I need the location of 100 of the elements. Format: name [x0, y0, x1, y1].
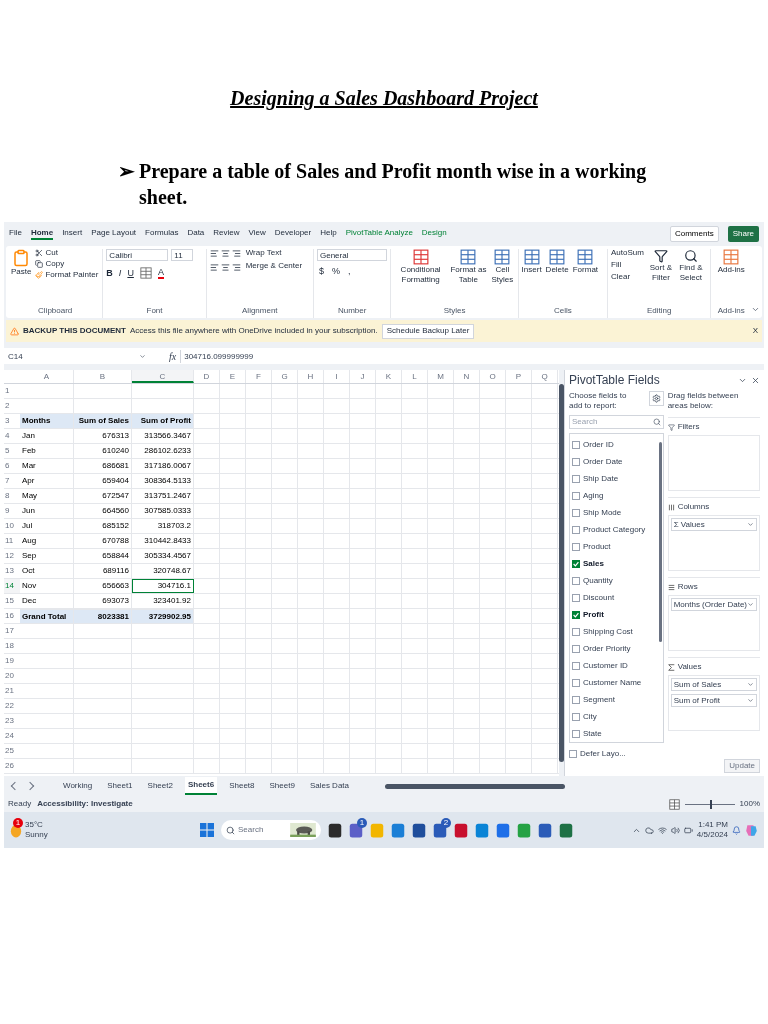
header-cell[interactable]: Sum of Profit: [132, 414, 194, 428]
row-number[interactable]: 12: [4, 549, 20, 563]
field-label[interactable]: Customer ID: [583, 659, 628, 672]
ribbon-tab[interactable]: File: [9, 228, 22, 240]
editing-button[interactable]: Sort & Filter: [647, 249, 674, 283]
row-number[interactable]: 10: [4, 519, 20, 533]
settings-button[interactable]: [648, 391, 664, 406]
field-checkbox[interactable]: [572, 542, 580, 551]
sheet-tab[interactable]: Sheet6: [184, 777, 218, 795]
sheet-tab[interactable]: Sales Data: [306, 777, 352, 795]
formula-field[interactable]: 304716.099999999: [180, 349, 761, 363]
number-format-field[interactable]: General: [316, 249, 387, 261]
bell-icon[interactable]: [732, 825, 741, 835]
collapse-ribbon-icon[interactable]: [751, 305, 760, 314]
column-header[interactable]: C: [132, 370, 194, 383]
field-label[interactable]: Segment: [583, 693, 616, 706]
column-header[interactable]: N: [454, 370, 480, 383]
comments-button[interactable]: Comments: [669, 226, 719, 242]
copilot-icon[interactable]: [745, 823, 758, 837]
field-checkbox[interactable]: [572, 525, 580, 534]
font-name-field[interactable]: Calibri: [106, 249, 169, 261]
styles-button[interactable]: Conditional Formatting: [394, 249, 447, 285]
field-checkbox[interactable]: [572, 695, 580, 704]
font-size-field[interactable]: 11: [171, 249, 194, 261]
row-number[interactable]: 13: [4, 564, 20, 578]
ribbon-tab[interactable]: Data: [187, 228, 205, 240]
row-number[interactable]: 3: [4, 414, 20, 428]
ribbon-tab[interactable]: Design: [421, 228, 447, 240]
chevron-down-icon[interactable]: [738, 376, 747, 385]
ribbon-tab[interactable]: Developer: [274, 228, 312, 240]
field-label[interactable]: Ship Date: [583, 472, 619, 485]
clipboard-item[interactable]: Cut: [35, 249, 99, 257]
area-field[interactable]: Sum of Profit: [670, 694, 757, 707]
align-center-icon[interactable]: [220, 263, 230, 272]
sheet-tab[interactable]: Working: [60, 777, 96, 795]
align-right-icon[interactable]: [231, 249, 241, 258]
table-cell[interactable]: Oct: [20, 564, 74, 578]
field-label[interactable]: Profit: [583, 608, 604, 621]
field-label[interactable]: Discount: [583, 591, 615, 604]
table-cell[interactable]: Dec: [20, 594, 74, 608]
row-number[interactable]: 24: [4, 729, 20, 743]
field-checkbox[interactable]: [572, 661, 580, 670]
row-number[interactable]: 14: [4, 579, 20, 593]
cells-button[interactable]: Delete: [545, 249, 569, 275]
header-cell[interactable]: Months: [20, 414, 74, 428]
field-label[interactable]: Product Category: [583, 523, 646, 536]
styles-button[interactable]: Format as Table: [449, 249, 487, 285]
row-number[interactable]: 2: [4, 399, 20, 413]
table-cell[interactable]: Grand Total: [20, 609, 74, 623]
align-right-icon[interactable]: [231, 263, 241, 272]
table-cell[interactable]: 305334.4567: [132, 549, 194, 563]
column-header[interactable]: F: [246, 370, 272, 383]
ribbon-tab[interactable]: Help: [320, 228, 337, 240]
column-header[interactable]: P: [506, 370, 532, 383]
table-cell[interactable]: 659404: [74, 474, 132, 488]
table-cell[interactable]: 664560: [74, 504, 132, 518]
column-header[interactable]: K: [376, 370, 402, 383]
table-cell[interactable]: 308364.5133: [132, 474, 194, 488]
area-field[interactable]: Months (Order Date): [670, 598, 757, 611]
number-format-button[interactable]: $: [318, 267, 324, 276]
zoom-thumb[interactable]: [709, 799, 712, 809]
column-header[interactable]: H: [298, 370, 324, 383]
row-number[interactable]: 25: [4, 744, 20, 758]
ribbon-tab[interactable]: PivotTable Analyze: [345, 228, 413, 240]
table-cell[interactable]: Apr: [20, 474, 74, 488]
ribbon-tab[interactable]: Review: [213, 228, 240, 240]
area-field[interactable]: Σ Values: [670, 518, 757, 531]
row-number[interactable]: 22: [4, 699, 20, 713]
table-cell[interactable]: 318703.2: [132, 519, 194, 533]
number-format-button[interactable]: %: [331, 267, 340, 276]
selected-cell[interactable]: 304716.1: [132, 579, 194, 593]
field-checkbox[interactable]: [572, 508, 580, 517]
field-label[interactable]: Order Priority: [583, 642, 631, 655]
field-checkbox[interactable]: [572, 729, 580, 738]
cells-button[interactable]: Insert: [521, 249, 542, 275]
table-cell[interactable]: 610240: [74, 444, 132, 458]
add-ins-button[interactable]: Add-ins: [714, 249, 749, 275]
column-header[interactable]: Q: [532, 370, 558, 383]
row-number[interactable]: 6: [4, 459, 20, 473]
start-icon[interactable]: [200, 823, 214, 837]
field-label[interactable]: Ship Mode: [583, 506, 622, 519]
table-cell[interactable]: Sep: [20, 549, 74, 563]
field-label[interactable]: Product: [583, 540, 611, 553]
taskbar-search-field[interactable]: Search: [221, 820, 321, 840]
editing-button[interactable]: Find & Select: [677, 249, 704, 283]
table-cell[interactable]: 693073: [74, 594, 132, 608]
column-header[interactable]: E: [220, 370, 246, 383]
ribbon-tab[interactable]: View: [248, 228, 266, 240]
defer-checkbox[interactable]: [569, 750, 577, 758]
row-number[interactable]: 17: [4, 624, 20, 638]
field-label[interactable]: State: [583, 727, 602, 740]
vertical-scrollbar[interactable]: [559, 384, 564, 762]
ribbon-tab[interactable]: Formulas: [145, 228, 179, 240]
row-number[interactable]: 15: [4, 594, 20, 608]
wrap-text-button[interactable]: Wrap Text: [245, 249, 303, 257]
paste-button[interactable]: Paste: [11, 249, 32, 279]
field-checkbox[interactable]: [572, 712, 580, 721]
sheet-tab[interactable]: Sheet8: [226, 777, 258, 795]
field-label[interactable]: Quantity: [583, 574, 613, 587]
table-cell[interactable]: Feb: [20, 444, 74, 458]
